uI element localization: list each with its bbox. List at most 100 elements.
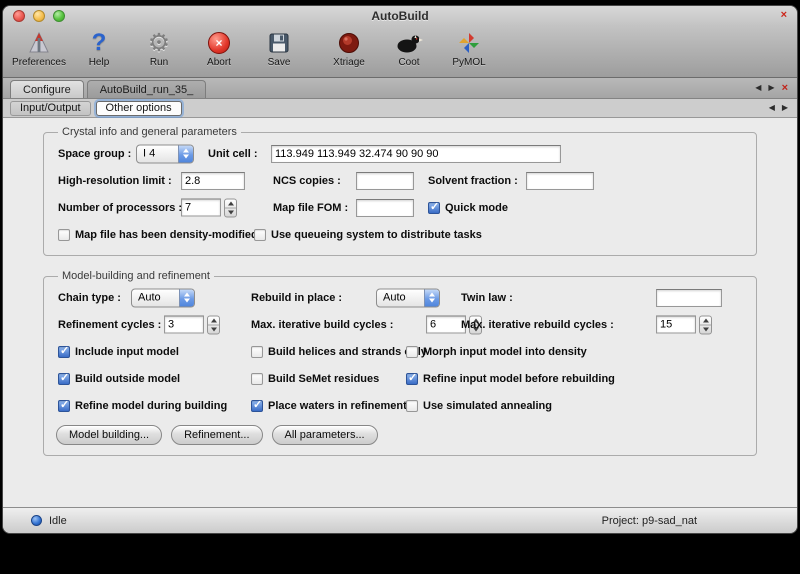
build-helices-checkbox[interactable]: Build helices and strands only <box>251 346 427 358</box>
checkbox-icon <box>58 346 70 358</box>
coot-icon <box>395 29 423 57</box>
rebuild-cycles-label: Max. iterative rebuild cycles : <box>461 319 614 331</box>
tab-other-options[interactable]: Other options <box>96 101 182 116</box>
ncs-copies-input[interactable] <box>356 172 414 190</box>
unit-cell-input[interactable] <box>271 145 561 163</box>
pymol-button[interactable]: PyMOL <box>439 29 499 68</box>
refinement-cycles-input[interactable] <box>164 316 204 334</box>
save-button[interactable]: Save <box>249 29 309 68</box>
tab-autobuild-run-35[interactable]: AutoBuild_run_35_ <box>87 80 207 98</box>
save-icon <box>267 29 291 57</box>
tab-scroll-left-icon[interactable]: ◀ <box>755 84 761 92</box>
autobuild-window: AutoBuild × Preferences ? Help ⚙ Run × A… <box>3 6 797 533</box>
num-processors-stepper[interactable] <box>224 198 237 217</box>
checkbox-icon <box>58 229 70 241</box>
queueing-checkbox[interactable]: Use queueing system to distribute tasks <box>254 229 482 241</box>
preferences-icon <box>26 29 52 57</box>
tab-scroll-right-icon[interactable]: ▶ <box>768 84 774 92</box>
zoom-button[interactable] <box>53 10 65 22</box>
checkbox-icon <box>251 400 263 412</box>
checkbox-icon <box>406 346 418 358</box>
checkbox-icon <box>251 346 263 358</box>
rebuild-in-place-select[interactable]: Auto <box>376 288 440 307</box>
simulated-annealing-checkbox[interactable]: Use simulated annealing <box>406 400 552 412</box>
tab-configure[interactable]: Configure <box>10 80 84 98</box>
preferences-button[interactable]: Preferences <box>9 29 69 68</box>
combo-arrows-icon <box>178 145 193 162</box>
high-res-label: High-resolution limit : <box>58 175 172 187</box>
rebuild-cycles-stepper[interactable] <box>699 315 712 334</box>
combo-arrows-icon <box>179 289 194 306</box>
chain-type-label: Chain type : <box>58 292 121 304</box>
refine-during-building-checkbox[interactable]: Refine model during building <box>58 400 227 412</box>
help-icon: ? <box>92 29 107 57</box>
num-processors-label: Number of processors : <box>58 202 182 214</box>
place-waters-checkbox[interactable]: Place waters in refinement <box>251 400 407 412</box>
all-parameters-button[interactable]: All parameters... <box>272 425 378 445</box>
help-button[interactable]: ? Help <box>69 29 129 68</box>
chain-type-select[interactable]: Auto <box>131 288 195 307</box>
density-modified-checkbox[interactable]: Map file has been density-modified <box>58 229 258 241</box>
high-res-input[interactable] <box>181 172 245 190</box>
coot-button[interactable]: Coot <box>379 29 439 68</box>
include-input-model-checkbox[interactable]: Include input model <box>58 346 179 358</box>
checkbox-icon <box>428 202 440 214</box>
rebuild-in-place-label: Rebuild in place : <box>251 292 342 304</box>
refinement-button[interactable]: Refinement... <box>171 425 262 445</box>
traffic-lights <box>3 10 65 22</box>
run-icon: ⚙ <box>148 29 170 57</box>
xtriage-button[interactable]: Xtriage <box>319 29 379 68</box>
checkbox-icon <box>254 229 266 241</box>
checkbox-icon <box>251 373 263 385</box>
titlebar-close-tab-icon[interactable]: × <box>781 9 787 21</box>
options-page: Crystal info and general parameters Spac… <box>3 118 797 507</box>
pymol-icon <box>457 29 481 57</box>
num-processors-input[interactable] <box>181 199 221 217</box>
close-button[interactable] <box>13 10 25 22</box>
project-label: Project: p9-sad_nat <box>602 515 697 527</box>
status-indicator-icon <box>31 515 42 526</box>
rebuild-cycles-input[interactable] <box>656 316 696 334</box>
crystal-info-group-title: Crystal info and general parameters <box>58 126 241 138</box>
solvent-fraction-input[interactable] <box>526 172 594 190</box>
twin-law-input[interactable] <box>656 289 722 307</box>
unit-cell-label: Unit cell : <box>208 148 258 160</box>
page-scroll-right-icon[interactable]: ▶ <box>782 104 788 112</box>
map-fom-input[interactable] <box>356 199 414 217</box>
checkbox-icon <box>406 373 418 385</box>
refine-input-model-checkbox[interactable]: Refine input model before rebuilding <box>406 373 615 385</box>
checkbox-icon <box>58 373 70 385</box>
run-button[interactable]: ⚙ Run <box>129 29 189 68</box>
refinement-cycles-label: Refinement cycles : <box>58 319 161 331</box>
abort-button[interactable]: × Abort <box>189 29 249 68</box>
combo-arrows-icon <box>424 289 439 306</box>
build-semet-checkbox[interactable]: Build SeMet residues <box>251 373 379 385</box>
model-building-button[interactable]: Model building... <box>56 425 162 445</box>
quick-mode-checkbox[interactable]: Quick mode <box>428 202 508 214</box>
xtriage-icon <box>337 29 361 57</box>
window-title: AutoBuild <box>3 9 797 23</box>
toolbar: Preferences ? Help ⚙ Run × Abort Save <box>3 26 797 78</box>
tab-nav-controls: ◀ ▶ × <box>746 78 797 98</box>
build-cycles-label: Max. iterative build cycles : <box>251 319 393 331</box>
build-outside-model-checkbox[interactable]: Build outside model <box>58 373 180 385</box>
twin-law-label: Twin law : <box>461 292 513 304</box>
tab-close-icon[interactable]: × <box>782 83 788 94</box>
model-building-group: Model-building and refinement Chain type… <box>43 270 757 456</box>
build-cycles-input[interactable] <box>426 316 466 334</box>
checkbox-icon <box>406 400 418 412</box>
abort-icon: × <box>208 29 230 57</box>
solvent-fraction-label: Solvent fraction : <box>428 175 518 187</box>
refinement-cycles-stepper[interactable] <box>207 315 220 334</box>
ncs-copies-label: NCS copies : <box>273 175 341 187</box>
page-tab-bar: Input/Output Other options ◀ ▶ <box>3 99 797 118</box>
map-fom-label: Map file FOM : <box>273 202 348 214</box>
status-bar: Idle Project: p9-sad_nat <box>3 507 797 533</box>
model-building-group-title: Model-building and refinement <box>58 270 214 282</box>
minimize-button[interactable] <box>33 10 45 22</box>
titlebar[interactable]: AutoBuild × <box>3 6 797 26</box>
space-group-select[interactable]: I 4 <box>136 144 194 163</box>
tab-input-output[interactable]: Input/Output <box>10 101 91 116</box>
morph-input-model-checkbox[interactable]: Morph input model into density <box>406 346 587 358</box>
page-scroll-left-icon[interactable]: ◀ <box>769 104 775 112</box>
